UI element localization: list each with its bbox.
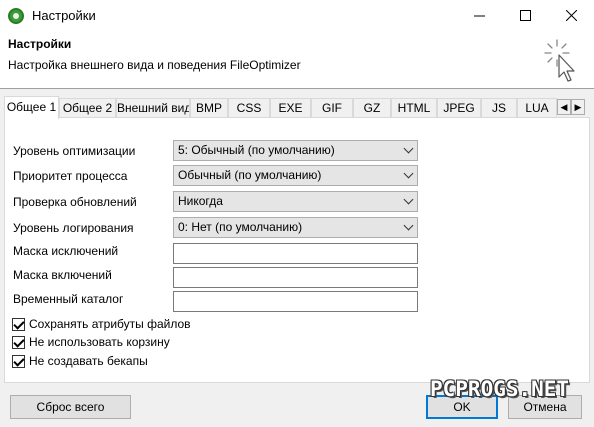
keep-attributes-checkbox[interactable]: Сохранять атрибуты файлов (12, 316, 191, 332)
tab-appearance[interactable]: Внешний вид (116, 98, 190, 118)
window-title: Настройки (32, 8, 96, 23)
process-priority-value: Обычный (по умолчанию) (178, 168, 322, 182)
no-backups-checkbox[interactable]: Не создавать бекапы (12, 353, 148, 369)
chevron-down-icon (403, 143, 414, 154)
dialog-header: Настройки Настройка внешнего вида и пове… (0, 31, 594, 89)
tab-scroll-right-button[interactable]: ▶ (571, 99, 585, 115)
checkbox-checked-icon (12, 354, 25, 368)
tab-lua[interactable]: LUA (517, 98, 557, 118)
checkbox-checked-icon (12, 335, 25, 349)
log-level-label: Уровень логирования (13, 221, 134, 235)
close-icon (565, 10, 577, 21)
reset-all-button[interactable]: Сброс всего (10, 395, 131, 419)
update-check-label: Проверка обновлений (13, 195, 137, 209)
header-subtitle: Настройка внешнего вида и поведения File… (8, 58, 301, 72)
tab-jpeg[interactable]: JPEG (437, 98, 481, 118)
close-button[interactable] (548, 0, 594, 31)
tab-html[interactable]: HTML (391, 98, 437, 118)
keep-attributes-label: Сохранять атрибуты файлов (29, 317, 191, 331)
exclude-mask-input[interactable] (173, 243, 418, 264)
no-recycle-bin-checkbox[interactable]: Не использовать корзину (12, 334, 170, 350)
watermark-text: PCPROGS.NET (430, 377, 570, 401)
fileoptimizer-app-icon (8, 8, 24, 24)
tab-strip: Общее 1 Общее 2 Внешний вид BMP CSS EXE … (4, 96, 590, 119)
cursor-click-icon (544, 39, 575, 82)
tab-general-2[interactable]: Общее 2 (59, 98, 116, 118)
no-recycle-bin-label: Не использовать корзину (29, 335, 170, 349)
title-bar: Настройки (0, 0, 594, 31)
tab-gif[interactable]: GIF (311, 98, 353, 118)
include-mask-input[interactable] (173, 267, 418, 288)
general-1-panel: Уровень оптимизации 5: Обычный (по умолч… (4, 117, 590, 383)
minimize-button[interactable] (456, 0, 502, 31)
update-check-value: Никогда (178, 194, 223, 208)
tab-js[interactable]: JS (481, 98, 517, 118)
include-mask-label: Маска включений (13, 268, 112, 282)
optimization-level-select[interactable]: 5: Обычный (по умолчанию) (173, 140, 418, 161)
chevron-down-icon (403, 168, 414, 179)
chevron-down-icon (403, 220, 414, 231)
chevron-down-icon (403, 194, 414, 205)
temp-dir-input[interactable] (173, 291, 418, 312)
tab-scroll-left-button[interactable]: ◀ (557, 99, 571, 115)
tab-gz[interactable]: GZ (353, 98, 391, 118)
header-title: Настройки (8, 37, 72, 51)
update-check-select[interactable]: Никогда (173, 191, 418, 212)
process-priority-select[interactable]: Обычный (по умолчанию) (173, 165, 418, 186)
arrow-left-icon: ◀ (560, 102, 568, 112)
maximize-button[interactable] (502, 0, 548, 31)
optimization-level-label: Уровень оптимизации (13, 144, 136, 158)
tab-bmp[interactable]: BMP (190, 98, 228, 118)
process-priority-label: Приоритет процесса (13, 169, 128, 183)
log-level-select[interactable]: 0: Нет (по умолчанию) (173, 217, 418, 238)
tab-exe[interactable]: EXE (270, 98, 311, 118)
tab-general-1[interactable]: Общее 1 (4, 96, 59, 119)
checkbox-checked-icon (12, 317, 25, 331)
tab-css[interactable]: CSS (228, 98, 270, 118)
temp-dir-label: Временный каталог (13, 292, 124, 306)
log-level-value: 0: Нет (по умолчанию) (178, 220, 303, 234)
arrow-right-icon: ▶ (574, 102, 582, 112)
minimize-icon (473, 15, 485, 17)
optimization-level-value: 5: Обычный (по умолчанию) (178, 143, 335, 157)
exclude-mask-label: Маска исключений (13, 244, 119, 258)
maximize-icon (519, 10, 531, 21)
no-backups-label: Не создавать бекапы (29, 354, 148, 368)
